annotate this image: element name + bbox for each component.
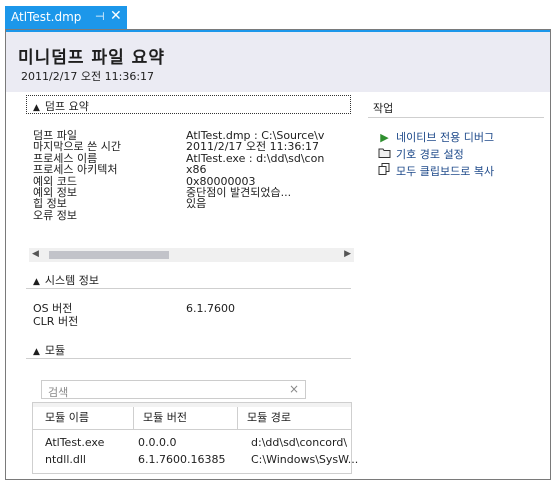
table-cell[interactable]: AtlTest.exe	[45, 436, 104, 449]
document-tabstrip: AtlTest.dmp ⊣ ✕	[0, 0, 555, 30]
pin-icon[interactable]: ⊣	[95, 10, 105, 23]
action-copy-all-clipboard[interactable]: 모두 클립보드로 복사	[378, 163, 494, 179]
table-top-bar	[33, 403, 351, 407]
action-label: 모두 클립보드로 복사	[396, 165, 495, 178]
column-separator[interactable]	[133, 407, 134, 429]
system-info-toggle[interactable]: ▲ 시스템 정보	[33, 272, 99, 288]
dump-datetime: 2011/2/17 오전 11:36:17	[21, 70, 155, 83]
field-value: 있음	[186, 197, 207, 211]
action-label: 기호 경로 설정	[396, 148, 464, 161]
close-icon[interactable]: ✕	[110, 8, 122, 24]
section-divider	[26, 358, 351, 359]
tab-atltest-dmp[interactable]: AtlTest.dmp ⊣ ✕	[5, 6, 127, 29]
scrollbar-thumb[interactable]	[49, 251, 169, 259]
modules-toggle[interactable]: ▲ 모듈	[33, 342, 65, 358]
field-label: CLR 버전	[33, 315, 79, 328]
tab-title: AtlTest.dmp	[11, 10, 82, 24]
table-cell[interactable]: 0.0.0.0	[138, 436, 176, 449]
chevron-up-icon: ▲	[33, 277, 40, 287]
scroll-right-icon[interactable]: ▶	[344, 249, 351, 259]
section-divider	[26, 288, 351, 289]
search-placeholder: 검색	[48, 386, 69, 399]
table-cell[interactable]: 6.1.7600.16385	[138, 453, 225, 466]
table-cell[interactable]: C:\Windows\SysW...	[251, 453, 358, 466]
header-divider	[33, 429, 351, 430]
chevron-up-icon: ▲	[33, 347, 40, 357]
dump-summary-heading: 덤프 요약	[44, 100, 89, 113]
play-icon: ▶	[380, 131, 389, 144]
field-label: OS 버전	[33, 302, 73, 315]
clear-icon[interactable]: ×	[289, 382, 299, 396]
modules-table: 모듈 이름 모듈 버전 모듈 경로 AtlTest.exe 0.0.0.0 d:\d…	[32, 402, 358, 474]
actions-heading: 작업	[373, 102, 394, 115]
field-value: AtlTest.exe : d:\dd\sd\con	[186, 151, 325, 165]
module-search-input[interactable]: 검색 ×	[41, 380, 306, 399]
modules-heading: 모듈	[44, 344, 66, 357]
copy-icon	[378, 163, 391, 178]
action-label: 네이티브 전용 디버그	[396, 131, 495, 144]
action-set-symbol-path[interactable]: 기호 경로 설정	[378, 146, 464, 162]
table-cell[interactable]: ntdll.dll	[45, 453, 86, 466]
actions-divider	[368, 117, 544, 118]
field-value: 6.1.7600	[186, 302, 235, 315]
scroll-left-icon[interactable]: ◀	[32, 249, 39, 259]
action-native-debug[interactable]: ▶ 네이티브 전용 디버그	[378, 129, 494, 145]
column-header-path[interactable]: 모듈 경로	[247, 409, 291, 425]
column-header-version[interactable]: 모듈 버전	[143, 409, 187, 425]
system-info-heading: 시스템 정보	[44, 274, 100, 287]
chevron-up-icon: ▲	[33, 103, 40, 113]
page-title: 미니덤프 파일 요약	[18, 48, 165, 68]
horizontal-scrollbar[interactable]: ◀ ▶	[29, 248, 354, 262]
field-label: 오류 정보	[33, 208, 77, 222]
minidump-summary-window: 미니덤프 파일 요약 2011/2/17 오전 11:36:17 ▲ 덤프 요약 …	[5, 29, 551, 480]
column-separator[interactable]	[237, 407, 238, 429]
table-cell[interactable]: d:\dd\sd\concord\	[251, 436, 347, 449]
page-header: 미니덤프 파일 요약 2011/2/17 오전 11:36:17	[6, 32, 550, 92]
column-header-name[interactable]: 모듈 이름	[45, 409, 89, 425]
folder-icon	[378, 147, 391, 161]
dump-summary-toggle[interactable]: ▲ 덤프 요약	[33, 98, 89, 114]
